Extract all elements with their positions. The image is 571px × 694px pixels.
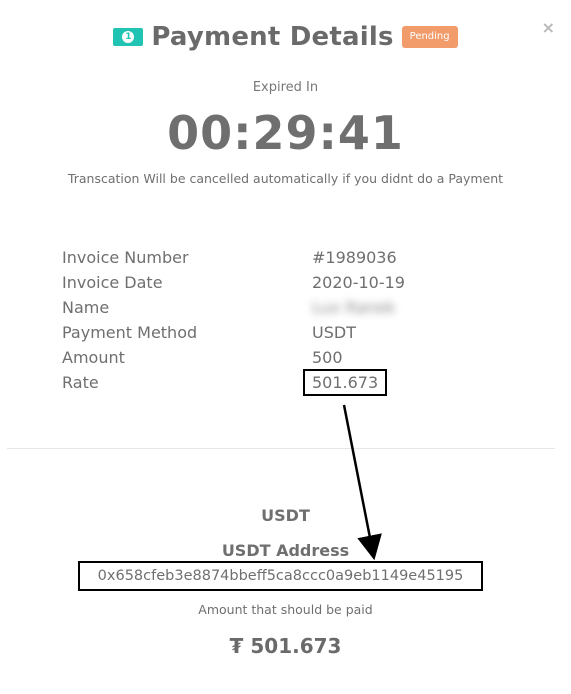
detail-row-invoice-number: Invoice Number #1989036 (62, 245, 522, 270)
wallet-address[interactable]: 0x658cfeb3e8874bbeff5ca8ccc0a9eb1149e451… (78, 561, 483, 591)
rate-highlight-box: 501.673 (303, 369, 388, 396)
detail-label: Payment Method (62, 323, 198, 342)
detail-row-name: Name Lux Ranek (62, 295, 522, 320)
invoice-details: Invoice Number #1989036 Invoice Date 202… (62, 245, 522, 396)
detail-row-rate: Rate 501.673 (62, 369, 522, 396)
modal-header: 1 Payment Details Pending (0, 22, 571, 52)
money-bill-icon: 1 (113, 28, 144, 46)
expired-in-label: Expired In (252, 80, 319, 95)
payment-currency: USDT (261, 506, 310, 525)
page-title: Payment Details (151, 22, 394, 52)
detail-label: Rate (62, 373, 99, 392)
cancellation-warning: Transcation Will be cancelled automatica… (67, 171, 504, 186)
section-divider (7, 448, 555, 449)
detail-value: USDT (312, 323, 356, 342)
detail-value: #1989036 (312, 248, 397, 267)
detail-value-wrapper: 501.673 (303, 369, 522, 396)
detail-label: Invoice Number (62, 248, 189, 267)
amount-due-value: ₮ 501.673 (229, 634, 342, 658)
detail-label: Amount (62, 348, 125, 367)
address-label: USDT Address (221, 541, 350, 560)
detail-value: 2020-10-19 (312, 273, 405, 292)
detail-value-redacted: Lux Ranek (312, 298, 396, 317)
detail-row-amount: Amount 500 (62, 345, 522, 370)
payment-details-modal: × 1 Payment Details Pending Expired In 0… (0, 0, 571, 694)
status-badge: Pending (401, 26, 458, 48)
detail-row-invoice-date: Invoice Date 2020-10-19 (62, 270, 522, 295)
detail-label: Invoice Date (62, 273, 163, 292)
detail-label: Name (62, 298, 110, 317)
countdown-timer: 00:29:41 (167, 106, 404, 160)
detail-value: 500 (312, 348, 343, 367)
amount-due-label: Amount that should be paid (198, 602, 373, 617)
money-bill-icon-glyph: 1 (122, 31, 135, 43)
detail-row-payment-method: Payment Method USDT (62, 320, 522, 345)
